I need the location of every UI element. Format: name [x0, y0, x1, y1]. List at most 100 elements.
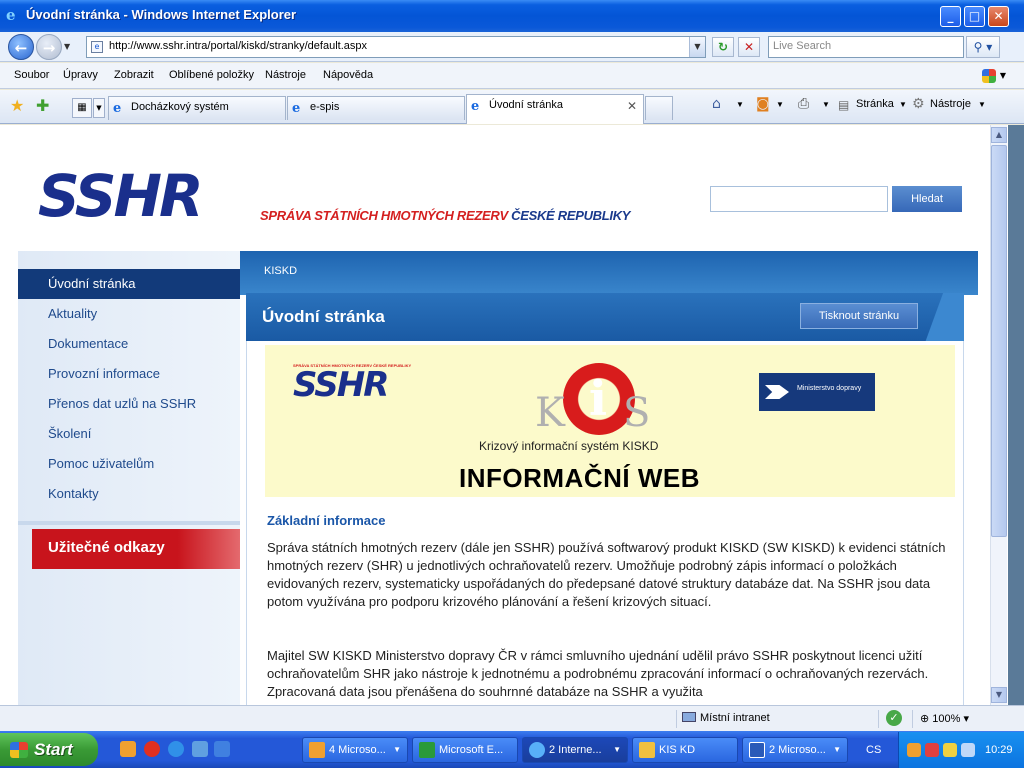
zoom-level[interactable]: ⊕ 100% ▾ — [920, 712, 969, 725]
gear-icon: ⚙ — [912, 96, 925, 112]
title-bar-decoration — [922, 293, 964, 341]
quick-tabs-icon[interactable]: ▦ — [72, 98, 92, 118]
print-icon[interactable]: ⎙ — [798, 96, 809, 112]
nav-aktuality[interactable]: Aktuality — [18, 299, 240, 329]
address-url[interactable]: http://www.sshr.intra/portal/kiskd/stran… — [109, 40, 367, 52]
tab-label: Docházkový systém — [131, 101, 229, 113]
useful-links-header[interactable]: Užitečné odkazy — [32, 529, 240, 569]
forward-button[interactable]: → — [36, 34, 62, 60]
ie-quicklaunch-icon[interactable] — [168, 741, 184, 757]
tab-label: e-spis — [310, 101, 340, 113]
live-search-input[interactable]: Live Search — [768, 36, 964, 58]
menu-napoveda[interactable]: Nápověda — [323, 69, 373, 81]
media-quicklaunch-icon[interactable] — [192, 741, 208, 757]
scroll-down-icon[interactable]: ▼ — [991, 687, 1007, 703]
new-tab-button[interactable] — [645, 96, 673, 120]
tools-dropdown-icon[interactable]: ▼ — [978, 100, 986, 109]
kis-letter-s: S — [623, 390, 651, 436]
language-indicator[interactable]: CS — [866, 744, 881, 756]
nav-prenos-dat[interactable]: Přenos dat uzlů na SSHR — [18, 389, 240, 419]
section-heading: Základní informace — [267, 513, 386, 528]
protected-mode-icon[interactable]: ✓ — [886, 710, 902, 726]
menu-soubor[interactable]: Soubor — [14, 69, 49, 81]
left-gutter — [0, 125, 18, 705]
maximize-button[interactable]: □ — [964, 6, 985, 27]
history-dropdown-icon[interactable]: ▼ — [64, 42, 70, 51]
start-button[interactable]: Start — [0, 733, 98, 766]
breadcrumb[interactable]: KISKD — [264, 265, 297, 277]
favorites-star-icon[interactable]: ★ — [10, 96, 24, 115]
tab-close-icon[interactable]: ✕ — [627, 99, 637, 113]
refresh-button[interactable]: ↻ — [712, 37, 734, 57]
nav-provozni[interactable]: Provozní informace — [18, 359, 240, 389]
window-title-bar[interactable]: e Úvodní stránka - Windows Internet Expl… — [0, 0, 1024, 32]
nav-skoleni[interactable]: Školení — [18, 419, 240, 449]
site-header: SSHR SPRÁVA STÁTNÍCH HMOTNÝCH REZERV ČES… — [18, 129, 978, 251]
tab-dochazkovy[interactable]: e Docházkový systém — [108, 96, 286, 120]
search-go-button[interactable]: ⚲ ▾ — [966, 36, 1000, 58]
clock[interactable]: 10:29 — [985, 744, 1013, 756]
add-favorite-icon[interactable]: ✚ — [36, 96, 49, 115]
address-field[interactable]: e http://www.sshr.intra/portal/kiskd/str… — [86, 36, 706, 58]
outlook-quicklaunch-icon[interactable] — [120, 741, 136, 757]
word-icon — [749, 742, 765, 758]
tools-menu[interactable]: Nástroje — [930, 98, 971, 110]
home-icon[interactable]: ⌂ — [712, 96, 721, 112]
tab-list-dropdown-icon[interactable]: ▼ — [93, 98, 105, 118]
minimize-button[interactable]: _ — [940, 6, 961, 27]
windows-logo-icon — [10, 742, 28, 758]
menu-nastroje[interactable]: Nástroje — [265, 69, 306, 81]
banner-heading: INFORMAČNÍ WEB — [459, 463, 700, 493]
address-toolbar: ← → ▼ e http://www.sshr.intra/portal/kis… — [0, 32, 1024, 62]
taskbar-button-ie[interactable]: 2 Interne... ▼ — [522, 737, 628, 763]
page-menu[interactable]: Stránka — [856, 98, 894, 110]
taskbar-button-outlook[interactable]: 4 Microso... ▼ — [302, 737, 408, 763]
mail-tray-icon[interactable] — [907, 743, 921, 757]
feeds-icon[interactable]: ◙ — [756, 96, 770, 112]
search-button[interactable]: Hledat — [892, 186, 962, 212]
browser-quicklaunch-icon[interactable] — [214, 741, 230, 757]
tab-uvodni[interactable]: e Úvodní stránka ✕ — [466, 94, 644, 124]
breadcrumb-bar: KISKD — [240, 251, 978, 295]
ie-page-icon: e — [292, 101, 301, 116]
site-search-input[interactable] — [710, 186, 888, 212]
close-button[interactable]: ✕ — [988, 6, 1009, 27]
desktop-edge — [1008, 125, 1024, 705]
menu-oblibene[interactable]: Oblíbené položky — [169, 69, 254, 81]
windows-flag-icon[interactable] — [982, 69, 996, 83]
nav-pomoc[interactable]: Pomoc uživatelům — [18, 449, 240, 479]
taskbar-button-word[interactable]: 2 Microso... ▼ — [742, 737, 848, 763]
tab-espis[interactable]: e e-spis — [287, 96, 465, 120]
security-zone[interactable]: Místní intranet — [682, 712, 770, 724]
network-tray-icon[interactable] — [925, 743, 939, 757]
opera-quicklaunch-icon[interactable] — [144, 741, 160, 757]
print-dropdown-icon[interactable]: ▼ — [822, 100, 830, 109]
print-page-button[interactable]: Tisknout stránku — [800, 303, 918, 329]
volume-tray-icon[interactable] — [961, 743, 975, 757]
nav-kontakty[interactable]: Kontakty — [18, 479, 240, 509]
feeds-dropdown-icon[interactable]: ▼ — [776, 100, 784, 109]
chevron-down-icon[interactable]: ▼ — [1000, 71, 1006, 80]
stop-button[interactable]: ✕ — [738, 37, 760, 57]
home-dropdown-icon[interactable]: ▼ — [736, 100, 744, 109]
menu-upravy[interactable]: Úpravy — [63, 69, 98, 81]
scroll-thumb[interactable] — [991, 145, 1007, 537]
page-dropdown-icon[interactable]: ▼ — [899, 100, 907, 109]
chevron-down-icon: ▼ — [833, 745, 841, 754]
tagline-blue: ČESKÉ REPUBLIKY — [511, 208, 631, 223]
nav-uvodni[interactable]: Úvodní stránka — [18, 269, 240, 299]
sshr-logo[interactable]: SSHR — [38, 167, 204, 225]
address-dropdown-icon[interactable]: ▼ — [689, 37, 705, 57]
kis-logo: i K S — [535, 361, 650, 437]
taskbar-button-kiskd[interactable]: KIS KD — [632, 737, 738, 763]
zoom-value: 100% — [932, 713, 961, 725]
taskbar-button-excel[interactable]: Microsoft E... — [412, 737, 518, 763]
security-tray-icon[interactable] — [943, 743, 957, 757]
menu-zobrazit[interactable]: Zobrazit — [114, 69, 154, 81]
back-button[interactable]: ← — [8, 34, 34, 60]
info-banner: SPRÁVA STÁTNÍCH HMOTNÝCH REZERV ČESKÉ RE… — [265, 345, 955, 497]
kis-letter-k: K — [535, 390, 565, 436]
scroll-up-icon[interactable]: ▲ — [991, 127, 1007, 143]
vertical-scrollbar[interactable]: ▲ ▼ — [990, 125, 1007, 705]
nav-dokumentace[interactable]: Dokumentace — [18, 329, 240, 359]
